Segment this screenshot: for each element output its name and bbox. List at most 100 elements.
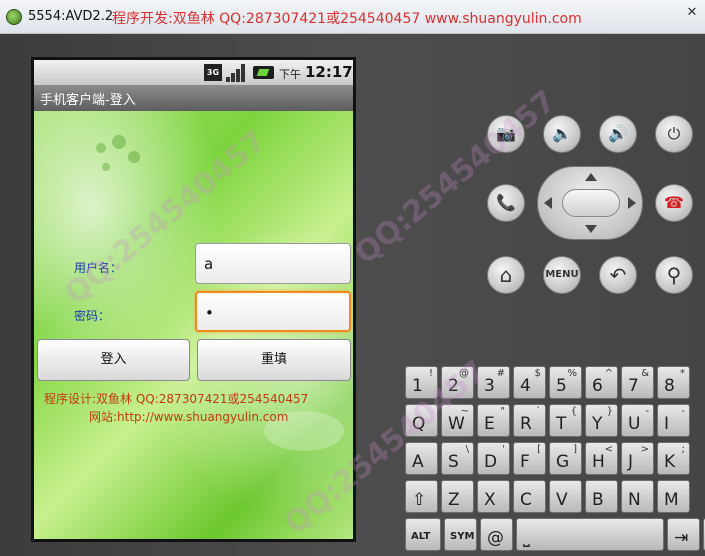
volume-down-icon: 🔈: [552, 124, 572, 143]
key-label: 1: [412, 376, 423, 396]
key-label: 5: [556, 376, 567, 396]
key-label: J: [628, 452, 634, 472]
key-alt-label: -: [681, 406, 685, 417]
keyboard-key[interactable]: X: [477, 480, 510, 513]
key-label: B: [592, 490, 604, 510]
decor-dot: [96, 143, 106, 153]
menu-button[interactable]: MENU: [543, 256, 581, 294]
dpad-center-button[interactable]: [562, 189, 620, 217]
password-input[interactable]: •: [195, 291, 351, 332]
key-label: Q: [412, 414, 426, 434]
key-alt-label: \: [465, 444, 469, 455]
call-icon: 📞: [496, 193, 516, 212]
key-label: G: [556, 452, 570, 472]
key-label: A: [412, 452, 424, 472]
keyboard-key[interactable]: W ~: [441, 404, 474, 437]
dpad-left-icon[interactable]: [544, 197, 552, 209]
key-alt-label: >: [640, 444, 649, 455]
camera-button[interactable]: 📷: [487, 115, 525, 153]
dpad-right-icon[interactable]: [628, 197, 636, 209]
volume-up-icon: 🔊: [608, 124, 628, 143]
search-icon: ⚲: [666, 263, 682, 287]
keyboard-key[interactable]: F[: [513, 442, 546, 475]
keyboard-key[interactable]: ⇥: [667, 518, 700, 551]
keyboard-key[interactable]: @: [480, 518, 513, 551]
keyboard-key[interactable]: I-: [657, 404, 690, 437]
camera-icon: 📷: [496, 124, 516, 143]
app-title: 手机客户端-登入: [40, 93, 136, 108]
keyboard-key[interactable]: Q: [405, 404, 438, 437]
keyboard-key[interactable]: 5%: [549, 366, 582, 399]
power-button[interactable]: ⏻: [655, 115, 693, 153]
reset-button[interactable]: 重填: [197, 339, 351, 381]
keyboard-key[interactable]: R `: [513, 404, 546, 437]
keyboard-key[interactable]: Y}: [585, 404, 618, 437]
keyboard-key[interactable]: ⇧: [405, 480, 438, 513]
key-alt-label: ~: [460, 406, 469, 417]
keyboard-key[interactable]: A: [405, 442, 438, 475]
keyboard-key[interactable]: K;: [657, 442, 690, 475]
username-input[interactable]: a: [195, 243, 351, 284]
login-button[interactable]: 登入: [37, 339, 190, 381]
keyboard-key[interactable]: G]: [549, 442, 582, 475]
keyboard-key[interactable]: T{: [549, 404, 582, 437]
3g-network-icon: 3G: [204, 64, 222, 81]
keyboard-key[interactable]: 4 $: [513, 366, 546, 399]
dpad-up-icon[interactable]: [585, 173, 597, 181]
key-label: R: [520, 414, 532, 434]
keyboard-key[interactable]: 1!: [405, 366, 438, 399]
keyboard-key[interactable]: 7 &: [621, 366, 654, 399]
keyboard-key[interactable]: B: [585, 480, 618, 513]
keyboard-key[interactable]: N: [621, 480, 654, 513]
signal-strength-icon: [226, 63, 246, 82]
keyboard-key[interactable]: U-: [621, 404, 654, 437]
key-label: H: [592, 452, 605, 472]
phone-screen: 3G 下午 12:17 手机客户端-登入 用户名： a 密码： • 登入 重填 …: [31, 57, 356, 542]
key-label: W: [448, 414, 465, 434]
key-label: C: [520, 490, 532, 510]
power-icon: ⏻: [667, 124, 681, 143]
key-alt-label: ;: [681, 444, 685, 455]
key-alt-label: [: [537, 444, 541, 455]
end-call-button[interactable]: ☎: [655, 184, 693, 222]
key-label: U: [628, 414, 641, 434]
keyboard-key[interactable]: E ": [477, 404, 510, 437]
key-label: @: [487, 528, 504, 548]
home-button[interactable]: ⌂: [487, 256, 525, 294]
keyboard-key[interactable]: C: [513, 480, 546, 513]
key-label: E: [484, 414, 495, 434]
keyboard-key[interactable]: ALT: [405, 518, 441, 551]
keyboard-key[interactable]: S \: [441, 442, 474, 475]
keyboard-key[interactable]: 6 ^: [585, 366, 618, 399]
keyboard-key[interactable]: D ': [477, 442, 510, 475]
key-alt-label: ]: [573, 444, 577, 455]
back-button[interactable]: ↶: [599, 256, 637, 294]
developer-banner: 程序开发:双鱼林 QQ:287307421或254540457 www.shua…: [112, 11, 582, 27]
key-label: F: [520, 452, 530, 472]
keyboard-key[interactable]: SYM: [444, 518, 477, 551]
dpad-down-icon[interactable]: [585, 225, 597, 233]
key-alt-label: %: [567, 368, 577, 379]
key-alt-label: ': [502, 444, 505, 455]
call-button[interactable]: 📞: [487, 184, 525, 222]
dpad[interactable]: [537, 166, 643, 240]
keyboard-key[interactable]: 3 #: [477, 366, 510, 399]
keyboard-key[interactable]: V: [549, 480, 582, 513]
search-button[interactable]: ⚲: [655, 256, 693, 294]
key-alt-label: &: [641, 368, 649, 379]
space-key[interactable]: ⎵: [516, 518, 664, 551]
hardware-keyboard: 1! 2 @3 #4 $5% 6 ^ 7 & 8 * Q W ~ E " R ` T{Y} U - I - A S \ D ' F[G]…: [403, 364, 705, 556]
key-label: V: [556, 490, 568, 510]
keyboard-key[interactable]: J >: [621, 442, 654, 475]
key-label: 3: [484, 376, 495, 396]
volume-down-button[interactable]: 🔈: [543, 115, 581, 153]
key-label: K: [664, 452, 676, 472]
keyboard-key[interactable]: M: [657, 480, 690, 513]
keyboard-key[interactable]: H <: [585, 442, 618, 475]
keyboard-key[interactable]: Z: [441, 480, 474, 513]
keyboard-key[interactable]: 8 *: [657, 366, 690, 399]
window-close-button[interactable]: ✕: [685, 6, 699, 20]
keyboard-key[interactable]: 2 @: [441, 366, 474, 399]
key-label: X: [484, 490, 496, 510]
volume-up-button[interactable]: 🔊: [599, 115, 637, 153]
